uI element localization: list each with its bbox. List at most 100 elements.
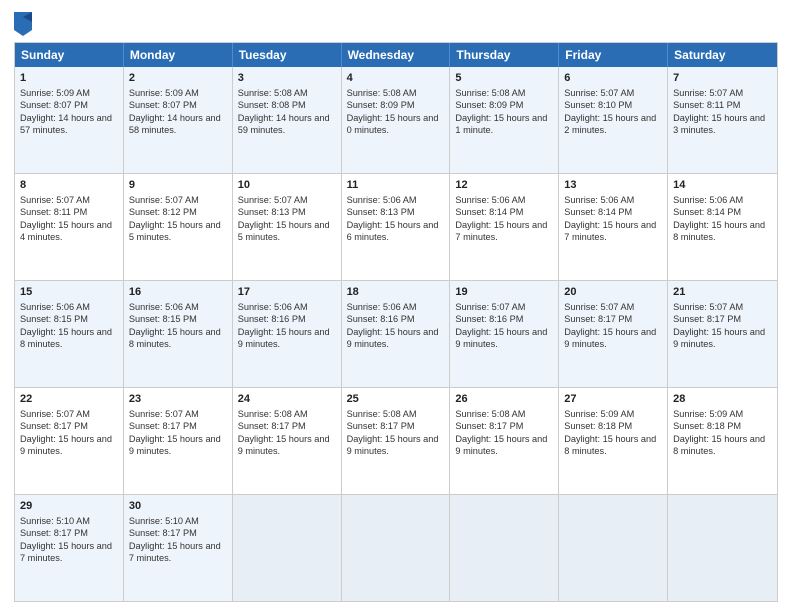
header bbox=[14, 10, 778, 36]
sunrise-text: Sunrise: 5:08 AM bbox=[238, 409, 308, 419]
daylight-text: Daylight: 15 hours and 8 minutes. bbox=[673, 220, 765, 242]
day-of-week-header: Monday bbox=[124, 43, 233, 67]
sunset-text: Sunset: 8:10 PM bbox=[564, 100, 632, 110]
daylight-text: Daylight: 15 hours and 7 minutes. bbox=[455, 220, 547, 242]
sunrise-text: Sunrise: 5:09 AM bbox=[564, 409, 634, 419]
daylight-text: Daylight: 15 hours and 9 minutes. bbox=[238, 434, 330, 456]
sunset-text: Sunset: 8:12 PM bbox=[129, 207, 197, 217]
sunrise-text: Sunrise: 5:06 AM bbox=[564, 195, 634, 205]
day-cell: 26 Sunrise: 5:08 AM Sunset: 8:17 PM Dayl… bbox=[450, 388, 559, 494]
day-cell: 2 Sunrise: 5:09 AM Sunset: 8:07 PM Dayli… bbox=[124, 67, 233, 173]
sunset-text: Sunset: 8:09 PM bbox=[347, 100, 415, 110]
day-number: 1 bbox=[20, 71, 118, 86]
sunrise-text: Sunrise: 5:08 AM bbox=[455, 88, 525, 98]
daylight-text: Daylight: 15 hours and 9 minutes. bbox=[238, 327, 330, 349]
sunset-text: Sunset: 8:14 PM bbox=[673, 207, 741, 217]
day-number: 2 bbox=[129, 71, 227, 86]
day-of-week-header: Wednesday bbox=[342, 43, 451, 67]
daylight-text: Daylight: 15 hours and 7 minutes. bbox=[20, 541, 112, 563]
sunset-text: Sunset: 8:07 PM bbox=[20, 100, 88, 110]
sunset-text: Sunset: 8:14 PM bbox=[564, 207, 632, 217]
day-number: 12 bbox=[455, 178, 553, 193]
sunset-text: Sunset: 8:17 PM bbox=[564, 314, 632, 324]
day-cell: 20 Sunrise: 5:07 AM Sunset: 8:17 PM Dayl… bbox=[559, 281, 668, 387]
day-cell: 30 Sunrise: 5:10 AM Sunset: 8:17 PM Dayl… bbox=[124, 495, 233, 601]
sunrise-text: Sunrise: 5:10 AM bbox=[129, 516, 199, 526]
sunset-text: Sunset: 8:13 PM bbox=[238, 207, 306, 217]
sunset-text: Sunset: 8:16 PM bbox=[238, 314, 306, 324]
daylight-text: Daylight: 15 hours and 6 minutes. bbox=[347, 220, 439, 242]
day-number: 21 bbox=[673, 285, 772, 300]
sunrise-text: Sunrise: 5:09 AM bbox=[20, 88, 90, 98]
sunset-text: Sunset: 8:17 PM bbox=[20, 528, 88, 538]
daylight-text: Daylight: 15 hours and 9 minutes. bbox=[564, 327, 656, 349]
daylight-text: Daylight: 15 hours and 9 minutes. bbox=[347, 327, 439, 349]
logo-icon bbox=[14, 12, 32, 36]
sunset-text: Sunset: 8:15 PM bbox=[20, 314, 88, 324]
sunrise-text: Sunrise: 5:07 AM bbox=[238, 195, 308, 205]
calendar-row: 22 Sunrise: 5:07 AM Sunset: 8:17 PM Dayl… bbox=[15, 387, 777, 494]
sunset-text: Sunset: 8:16 PM bbox=[347, 314, 415, 324]
day-cell: 23 Sunrise: 5:07 AM Sunset: 8:17 PM Dayl… bbox=[124, 388, 233, 494]
day-number: 5 bbox=[455, 71, 553, 86]
day-number: 4 bbox=[347, 71, 445, 86]
day-cell: 13 Sunrise: 5:06 AM Sunset: 8:14 PM Dayl… bbox=[559, 174, 668, 280]
day-cell: 12 Sunrise: 5:06 AM Sunset: 8:14 PM Dayl… bbox=[450, 174, 559, 280]
day-cell: 15 Sunrise: 5:06 AM Sunset: 8:15 PM Dayl… bbox=[15, 281, 124, 387]
day-number: 30 bbox=[129, 499, 227, 514]
sunset-text: Sunset: 8:11 PM bbox=[673, 100, 740, 110]
day-number: 15 bbox=[20, 285, 118, 300]
day-number: 13 bbox=[564, 178, 662, 193]
day-cell: 22 Sunrise: 5:07 AM Sunset: 8:17 PM Dayl… bbox=[15, 388, 124, 494]
day-of-week-header: Saturday bbox=[668, 43, 777, 67]
sunset-text: Sunset: 8:17 PM bbox=[238, 421, 306, 431]
day-cell: 25 Sunrise: 5:08 AM Sunset: 8:17 PM Dayl… bbox=[342, 388, 451, 494]
sunrise-text: Sunrise: 5:09 AM bbox=[673, 409, 743, 419]
daylight-text: Daylight: 14 hours and 59 minutes. bbox=[238, 113, 330, 135]
daylight-text: Daylight: 14 hours and 58 minutes. bbox=[129, 113, 221, 135]
day-number: 10 bbox=[238, 178, 336, 193]
day-number: 11 bbox=[347, 178, 445, 193]
sunset-text: Sunset: 8:18 PM bbox=[673, 421, 741, 431]
sunset-text: Sunset: 8:17 PM bbox=[129, 528, 197, 538]
sunrise-text: Sunrise: 5:07 AM bbox=[129, 409, 199, 419]
sunset-text: Sunset: 8:17 PM bbox=[455, 421, 523, 431]
sunrise-text: Sunrise: 5:06 AM bbox=[20, 302, 90, 312]
day-cell: 19 Sunrise: 5:07 AM Sunset: 8:16 PM Dayl… bbox=[450, 281, 559, 387]
day-cell: 14 Sunrise: 5:06 AM Sunset: 8:14 PM Dayl… bbox=[668, 174, 777, 280]
empty-cell bbox=[233, 495, 342, 601]
day-number: 24 bbox=[238, 392, 336, 407]
sunset-text: Sunset: 8:17 PM bbox=[673, 314, 741, 324]
day-of-week-header: Thursday bbox=[450, 43, 559, 67]
sunrise-text: Sunrise: 5:06 AM bbox=[347, 195, 417, 205]
empty-cell bbox=[450, 495, 559, 601]
page: SundayMondayTuesdayWednesdayThursdayFrid… bbox=[0, 0, 792, 612]
day-cell: 3 Sunrise: 5:08 AM Sunset: 8:08 PM Dayli… bbox=[233, 67, 342, 173]
day-cell: 17 Sunrise: 5:06 AM Sunset: 8:16 PM Dayl… bbox=[233, 281, 342, 387]
day-cell: 16 Sunrise: 5:06 AM Sunset: 8:15 PM Dayl… bbox=[124, 281, 233, 387]
day-number: 17 bbox=[238, 285, 336, 300]
daylight-text: Daylight: 15 hours and 8 minutes. bbox=[673, 434, 765, 456]
day-number: 9 bbox=[129, 178, 227, 193]
daylight-text: Daylight: 15 hours and 7 minutes. bbox=[564, 220, 656, 242]
daylight-text: Daylight: 15 hours and 0 minutes. bbox=[347, 113, 439, 135]
daylight-text: Daylight: 14 hours and 57 minutes. bbox=[20, 113, 112, 135]
day-cell: 11 Sunrise: 5:06 AM Sunset: 8:13 PM Dayl… bbox=[342, 174, 451, 280]
sunrise-text: Sunrise: 5:06 AM bbox=[238, 302, 308, 312]
sunrise-text: Sunrise: 5:07 AM bbox=[129, 195, 199, 205]
calendar: SundayMondayTuesdayWednesdayThursdayFrid… bbox=[14, 42, 778, 602]
day-number: 26 bbox=[455, 392, 553, 407]
day-number: 27 bbox=[564, 392, 662, 407]
sunset-text: Sunset: 8:17 PM bbox=[129, 421, 197, 431]
day-cell: 8 Sunrise: 5:07 AM Sunset: 8:11 PM Dayli… bbox=[15, 174, 124, 280]
day-number: 7 bbox=[673, 71, 772, 86]
daylight-text: Daylight: 15 hours and 4 minutes. bbox=[20, 220, 112, 242]
daylight-text: Daylight: 15 hours and 8 minutes. bbox=[20, 327, 112, 349]
day-cell: 28 Sunrise: 5:09 AM Sunset: 8:18 PM Dayl… bbox=[668, 388, 777, 494]
sunset-text: Sunset: 8:15 PM bbox=[129, 314, 197, 324]
sunset-text: Sunset: 8:08 PM bbox=[238, 100, 306, 110]
empty-cell bbox=[342, 495, 451, 601]
day-of-week-header: Tuesday bbox=[233, 43, 342, 67]
day-cell: 9 Sunrise: 5:07 AM Sunset: 8:12 PM Dayli… bbox=[124, 174, 233, 280]
sunrise-text: Sunrise: 5:06 AM bbox=[455, 195, 525, 205]
